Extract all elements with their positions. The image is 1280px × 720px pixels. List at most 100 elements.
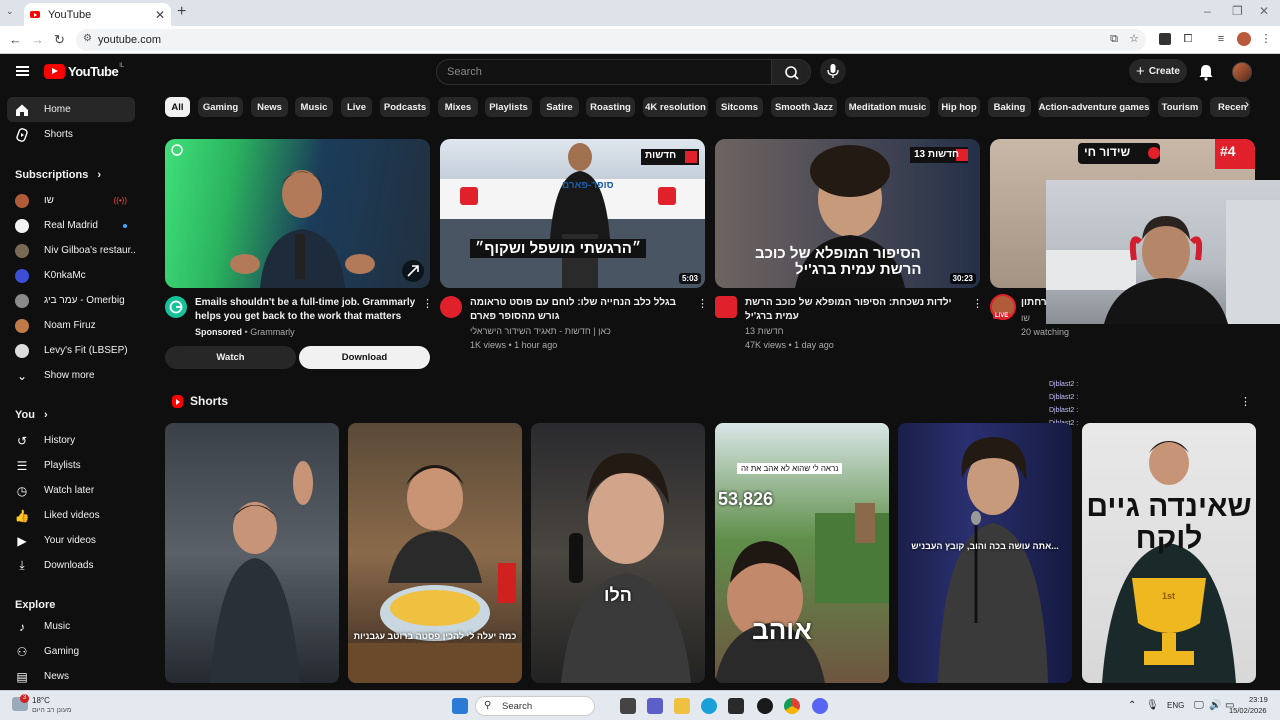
chip[interactable]: Live [341, 97, 372, 117]
chrome-menu-icon[interactable]: ⋮ [1260, 33, 1272, 45]
account-avatar[interactable] [1232, 62, 1252, 82]
task-view-icon[interactable] [620, 698, 636, 714]
teams-icon[interactable] [647, 698, 663, 714]
tab-close-icon[interactable]: ✕ [155, 8, 165, 22]
chip[interactable]: Hip hop [938, 97, 980, 117]
sidebar-item-home[interactable]: Home [7, 97, 135, 122]
bookmark-star-icon[interactable]: ☆ [1128, 33, 1140, 45]
chip[interactable]: Smooth Jazz [771, 97, 837, 117]
sidebar-item-playlists[interactable]: ☰ Playlists [7, 453, 135, 478]
edge-icon[interactable] [701, 698, 717, 714]
discord-icon[interactable] [812, 698, 828, 714]
sidebar-item-news[interactable]: ▤ News [7, 664, 135, 689]
sidebar-item-your-videos[interactable]: ▶ Your videos [7, 528, 135, 553]
chip[interactable]: News [251, 97, 288, 117]
download-button[interactable]: Download [299, 346, 430, 369]
youtube-logo[interactable]: YouTube IL [44, 63, 124, 79]
short-card[interactable]: אתה עושה בכה והוב, קובץ העבניש... [898, 423, 1072, 683]
sidebar-item-gaming[interactable]: ⚇ Gaming [7, 639, 135, 664]
more-actions-icon[interactable]: ⋮ [697, 297, 708, 310]
windows-start-icon[interactable] [452, 698, 468, 714]
channel-name[interactable]: Grammarly [250, 327, 295, 337]
chip[interactable]: Playlists [485, 97, 532, 117]
subscription-item[interactable]: Niv Gilboa's restaur... [7, 238, 135, 263]
channel-avatar[interactable] [440, 296, 462, 318]
chip-all[interactable]: All [165, 97, 190, 117]
video-thumbnail[interactable]: חדשות 13 הסיפור המופלא של כוכב הרשת עמית… [715, 139, 980, 288]
short-card[interactable]: הלו [531, 423, 705, 683]
minimize-icon[interactable]: – [1204, 4, 1211, 18]
tab-search-icon[interactable]: ⌄ [6, 6, 14, 17]
video-thumbnail[interactable] [165, 139, 430, 288]
video-title[interactable]: בגלל כלב הנחייה שלו: לוחם עם פוסט טראומה… [470, 296, 698, 324]
back-icon[interactable]: ← [9, 32, 22, 47]
chip[interactable]: 4K resolution [643, 97, 708, 117]
site-info-icon[interactable]: ⚙ [83, 33, 92, 44]
channel-name[interactable]: כאן | חדשות - תאגיד השידור הישראלי [470, 326, 611, 336]
sidebar-item-downloads[interactable]: ⤓ Downloads [7, 553, 135, 578]
subscription-item[interactable]: K0nkaMc [7, 263, 135, 288]
shorts-more-icon[interactable]: ⋮ [1240, 395, 1251, 408]
sidebar-item-history[interactable]: ↺ History [7, 428, 135, 453]
show-more-button[interactable]: ⌄ Show more [7, 363, 135, 388]
tray-overflow-icon[interactable]: ⌃ [1128, 700, 1136, 711]
sidebar-item-music[interactable]: ♪ Music [7, 614, 135, 639]
chip[interactable]: Music [295, 97, 333, 117]
calculator-icon[interactable] [728, 698, 744, 714]
video-title[interactable]: ילדות נשכחת: הסיפור המופלא של כוכב הרשת … [745, 296, 973, 324]
volume-icon[interactable]: 🔊 [1209, 700, 1221, 711]
subscription-item[interactable]: Noam Firuz [7, 313, 135, 338]
chip[interactable]: Roasting [586, 97, 635, 117]
create-button[interactable]: + Create [1129, 59, 1187, 83]
chip[interactable]: Sitcoms [716, 97, 763, 117]
search-button[interactable] [771, 59, 811, 85]
chip[interactable]: Satire [540, 97, 579, 117]
chip[interactable]: Podcasts [380, 97, 430, 117]
chip[interactable]: Gaming [198, 97, 243, 117]
profile-avatar[interactable] [1237, 32, 1251, 46]
video-thumbnail[interactable]: סופר-פארם חדשות ״הרגשתי מושפל ושקוף״ 5:0… [440, 139, 705, 288]
subscription-item[interactable]: שו ((•)) [7, 188, 135, 213]
voice-search-button[interactable] [820, 58, 846, 84]
extension-icon[interactable] [1159, 33, 1171, 45]
more-actions-icon[interactable]: ⋮ [422, 297, 433, 310]
sidebar-item-shorts[interactable]: Shorts [7, 122, 135, 147]
restore-icon[interactable]: ❐ [1232, 4, 1243, 18]
chips-next-chevron-icon[interactable]: › [1245, 97, 1249, 111]
window-close-icon[interactable]: ✕ [1259, 4, 1269, 18]
chip[interactable]: Recen [1210, 97, 1250, 117]
forward-icon[interactable]: → [31, 32, 44, 47]
install-app-icon[interactable]: ⧉ [1108, 33, 1120, 45]
subscriptions-heading[interactable]: Subscriptions › [15, 169, 101, 181]
input-language[interactable]: ENG [1167, 701, 1184, 710]
watch-button[interactable]: Watch [165, 346, 296, 369]
file-explorer-icon[interactable] [674, 698, 690, 714]
sidebar-item-liked-videos[interactable]: 👍 Liked videos [7, 503, 135, 528]
subscription-item[interactable]: Levy's Fit (LBSEP) [7, 338, 135, 363]
short-card[interactable] [165, 423, 339, 683]
video-title[interactable]: Emails shouldn't be a full-time job. Gra… [195, 296, 423, 324]
channel-avatar[interactable] [715, 296, 737, 318]
chip[interactable]: Baking [988, 97, 1031, 117]
clock-date[interactable]: 15/02/2026 [1229, 706, 1267, 715]
new-tab-icon[interactable]: + [177, 3, 186, 21]
menu-icon[interactable] [16, 66, 29, 76]
chip[interactable]: Tourism [1158, 97, 1202, 117]
short-card[interactable]: שאינדה גיים לוקח 1st [1082, 423, 1256, 683]
microphone-tray-icon[interactable]: 🎙 [1146, 700, 1159, 711]
short-card[interactable]: נראה לי שהוא לא אהב את זה 53,826 אוהב [715, 423, 889, 683]
browser-tab-youtube[interactable]: YouTube ✕ [24, 3, 171, 26]
clock-time[interactable]: 23:19 [1249, 695, 1268, 704]
grammarly-avatar[interactable] [165, 296, 187, 318]
media-controls-icon[interactable]: ≡ [1215, 33, 1227, 45]
sidebar-item-watch-later[interactable]: ◷ Watch later [7, 478, 135, 503]
chip[interactable]: Meditation music [845, 97, 930, 117]
you-heading[interactable]: You › [15, 409, 48, 421]
chip[interactable]: Mixes [438, 97, 478, 117]
address-bar[interactable]: ⚙ youtube.com [76, 29, 1146, 51]
short-card[interactable]: כמה יעלה לי להכין פסטה ברוטב עגבניות [348, 423, 522, 683]
more-actions-icon[interactable]: ⋮ [972, 297, 983, 310]
network-icon[interactable]: 🖵 [1194, 700, 1204, 711]
channel-name[interactable]: שו [1021, 313, 1030, 323]
notifications-bell-icon[interactable] [1198, 63, 1214, 81]
